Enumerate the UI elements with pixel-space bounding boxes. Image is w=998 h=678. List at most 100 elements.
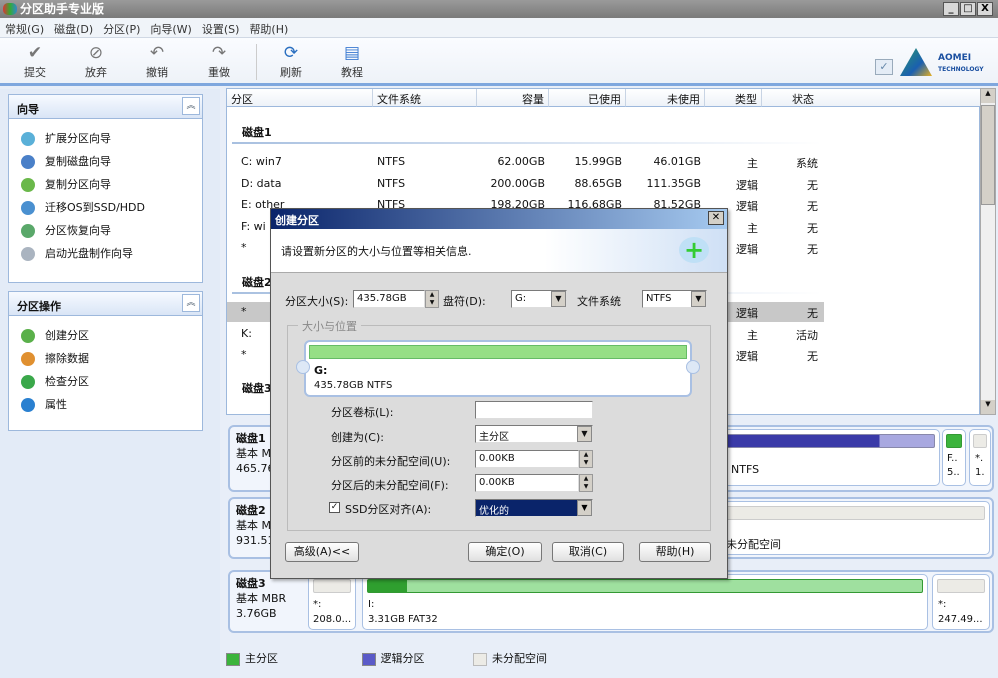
before-stepper[interactable]: ▲ ▼ [579, 450, 593, 468]
col-type[interactable]: 类型 [705, 89, 762, 107]
table-cell: * [241, 305, 247, 318]
tutorial-button[interactable]: ▤ 教程 [332, 42, 372, 80]
table-cell: D: data [241, 177, 282, 190]
table-cell: 62.00GB [497, 155, 545, 168]
dialog-close-button[interactable]: ✕ [708, 211, 724, 225]
table-cell: * [241, 241, 247, 254]
col-unused[interactable]: 未使用 [626, 89, 705, 107]
cancel-button[interactable]: 取消(C) [552, 542, 624, 562]
submit-button[interactable]: ✔ 提交 [15, 42, 55, 80]
legend: 主分区 逻辑分区 未分配空间 [226, 650, 996, 676]
close-button[interactable]: X [977, 2, 993, 16]
table-row[interactable]: C: win7 NTFS 62.00GB 15.99GB 46.01GB 主 系统 [227, 152, 827, 172]
app-title: 分区助手专业版 [20, 2, 105, 16]
redo-button[interactable]: ↷ 重做 [199, 42, 239, 80]
info-icon [21, 398, 35, 412]
help-button[interactable]: 帮助(H) [639, 542, 711, 562]
advanced-button[interactable]: 高级(A)<< [285, 542, 359, 562]
unallocated-after-input[interactable]: 0.00KB [475, 474, 579, 492]
table-cell: F: wi [241, 220, 266, 233]
discard-button[interactable]: ⊘ 放弃 [76, 42, 116, 80]
refresh-button[interactable]: ⟳ 刷新 [271, 42, 311, 80]
partition-preview[interactable]: G: 435.78GB NTFS [296, 340, 700, 397]
sidebar-item-copy-partition[interactable]: 复制分区向导 [9, 171, 202, 194]
disk3-heading: 磁盘3 [242, 382, 272, 395]
unallocated-before-input[interactable]: 0.00KB [475, 450, 579, 468]
disk3-unallocated-1[interactable]: *: 208.0... [308, 574, 356, 630]
collapse-icon[interactable]: ︽ [182, 294, 200, 312]
col-status[interactable]: 状态 [762, 89, 981, 107]
sidebar-item-extend-partition[interactable]: 扩展分区向导 [9, 125, 202, 148]
menu-disk[interactable]: 磁盘(D) [49, 18, 98, 40]
disk3-map[interactable]: 磁盘3 基本 MBR 3.76GB *: 208.0... I: 3.31GB FAT3… [228, 570, 994, 633]
filesystem-select[interactable]: NTFS ▼ [642, 290, 707, 308]
disk2-heading: 磁盘2 [242, 276, 272, 289]
undo-button[interactable]: ↶ 撤销 [137, 42, 177, 80]
ssd-align-checkbox[interactable]: ✓ [329, 502, 340, 513]
unallocated-swatch-icon [473, 652, 487, 666]
disk3-unallocated-2[interactable]: *: 247.49... [932, 574, 990, 630]
maximize-button[interactable]: □ [960, 2, 976, 16]
size-stepper[interactable]: ▲ ▼ [425, 290, 439, 308]
legend-logical: 逻辑分区 [361, 650, 425, 666]
disk1-partition-f[interactable]: F.. 5.. [942, 429, 966, 486]
dialog-description: 请设置新分区的大小与位置等相关信息. [281, 245, 472, 258]
collapse-icon[interactable]: ︽ [182, 97, 200, 115]
scroll-thumb[interactable] [981, 105, 995, 205]
disk1-heading: 磁盘1 [242, 126, 272, 139]
col-filesystem[interactable]: 文件系统 [373, 89, 477, 107]
scroll-up-icon[interactable]: ▲ [981, 89, 995, 103]
title-bar: 分区助手专业版 _ □ X [0, 0, 998, 18]
menu-help[interactable]: 帮助(H) [244, 18, 293, 40]
disk1-unallocated[interactable]: *. 1. [969, 429, 991, 486]
check-icon: ✔ [27, 43, 43, 63]
sidebar-item-bootable-cd[interactable]: 启动光盘制作向导 [9, 240, 202, 263]
legend-unallocated: 未分配空间 [473, 650, 547, 666]
table-row[interactable]: D: data NTFS 200.00GB 88.65GB 111.35GB 逻辑 无 [227, 174, 827, 194]
checkbox-icon[interactable]: ✓ [875, 59, 893, 75]
table-cell: 活动 [796, 329, 818, 342]
logical-swatch-icon [361, 652, 376, 666]
volume-label-input[interactable] [475, 401, 593, 419]
disk1-partition[interactable]: NTFS [710, 429, 940, 486]
table-cell: 无 [807, 243, 818, 256]
partition-size-input[interactable]: 435.78GB [353, 290, 425, 308]
minimize-button[interactable]: _ [943, 2, 959, 16]
disk1-name: 磁盘1 [236, 432, 266, 445]
disk3-partition-i[interactable]: I: 3.31GB FAT32 [362, 574, 928, 630]
sidebar-item-copy-disk[interactable]: 复制磁盘向导 [9, 148, 202, 171]
copy-disk-icon [21, 155, 35, 169]
migrate-icon [21, 201, 35, 215]
right-resize-handle[interactable] [686, 360, 700, 374]
partition-ops-panel: 分区操作 ︽ 创建分区 擦除数据 检查分区 属性 [8, 291, 203, 431]
table-cell: 200.00GB [490, 177, 545, 190]
col-capacity[interactable]: 容量 [477, 89, 549, 107]
after-stepper[interactable]: ▲ ▼ [579, 474, 593, 492]
create-partition-dialog: 创建分区 ✕ 请设置新分区的大小与位置等相关信息. + 分区大小(S): 435… [270, 208, 728, 579]
menu-wizard[interactable]: 向导(W) [145, 18, 196, 40]
table-cell: 主 [747, 157, 758, 170]
menu-settings[interactable]: 设置(S) [197, 18, 245, 40]
menu-general[interactable]: 常规(G) [0, 18, 49, 40]
table-cell: K: [241, 327, 252, 340]
table-cell: C: win7 [241, 155, 282, 168]
left-resize-handle[interactable] [296, 360, 310, 374]
sidebar-item-create-partition[interactable]: 创建分区 [9, 322, 202, 345]
ssd-align-select[interactable]: 优化的 ▼ [475, 499, 593, 517]
create-icon [21, 329, 35, 343]
sidebar-item-check-partition[interactable]: 检查分区 [9, 368, 202, 391]
col-partition[interactable]: 分区 [227, 89, 373, 107]
sidebar-item-recovery[interactable]: 分区恢复向导 [9, 217, 202, 240]
ok-button[interactable]: 确定(O) [468, 542, 542, 562]
col-used[interactable]: 已使用 [549, 89, 626, 107]
check-partition-icon [21, 375, 35, 389]
sidebar-item-properties[interactable]: 属性 [9, 391, 202, 414]
sidebar-item-wipe-data[interactable]: 擦除数据 [9, 345, 202, 368]
scroll-down-icon[interactable]: ▼ [981, 400, 995, 414]
menu-partition[interactable]: 分区(P) [98, 18, 145, 40]
sidebar-item-migrate-os[interactable]: 迁移OS到SSD/HDD [9, 194, 202, 217]
table-scrollbar[interactable]: ▲ ▼ [980, 88, 996, 415]
wizard-panel: 向导 ︽ 扩展分区向导 复制磁盘向导 复制分区向导 迁移OS到SSD/HDD 分… [8, 94, 203, 283]
create-as-select[interactable]: 主分区 ▼ [475, 425, 593, 443]
drive-letter-select[interactable]: G: ▼ [511, 290, 567, 308]
